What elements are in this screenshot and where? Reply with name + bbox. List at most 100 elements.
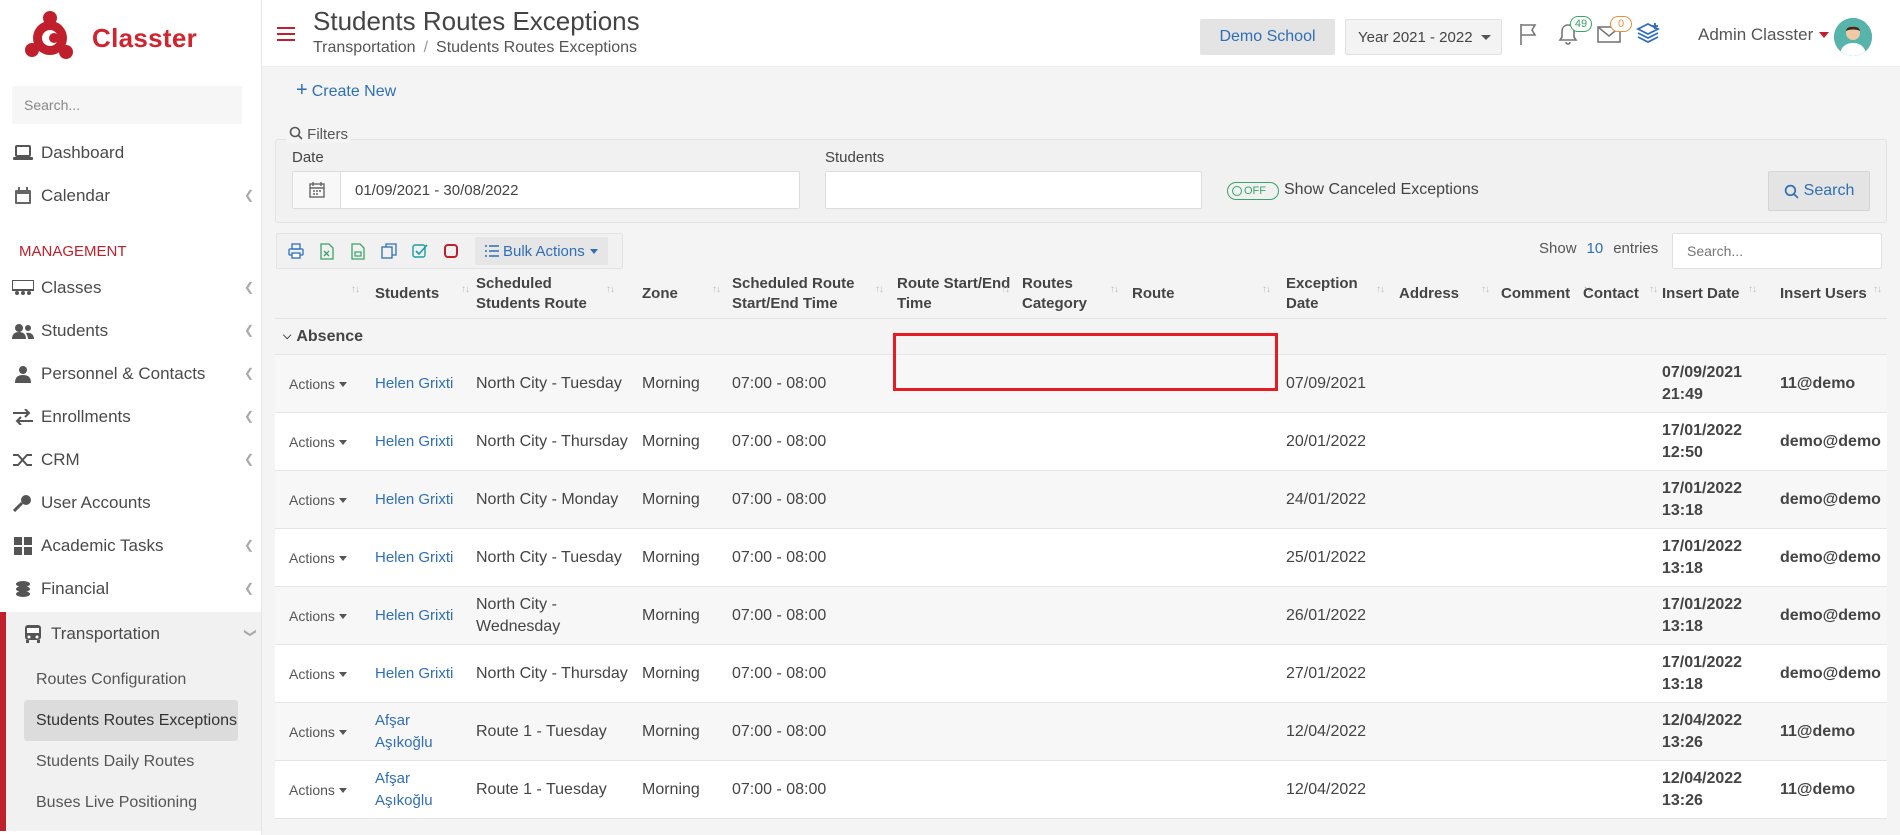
students-field[interactable]	[825, 171, 1202, 209]
create-new-button[interactable]: + Create New	[296, 79, 396, 102]
chevron-left-icon: ❮	[243, 409, 254, 423]
sidebar-item-calendar[interactable]: Calendar ❮	[0, 174, 261, 217]
layers-plus-icon[interactable]	[1635, 22, 1661, 48]
table-row: Actions Afşar Aşıkoğlu Route 1 - Tuesday Mo…	[275, 761, 1887, 819]
sidebar-item-enrollments[interactable]: Enrollments ❮	[0, 395, 261, 438]
row-actions-button[interactable]: Actions	[289, 645, 369, 703]
cell-insert-date: 07/09/2021 21:49	[1662, 364, 1743, 403]
cell-sched-route: North City - Thursday	[476, 665, 628, 682]
row-actions-button[interactable]: Actions	[289, 587, 369, 645]
actions-label: Actions	[289, 434, 335, 450]
excel-icon[interactable]	[316, 240, 338, 262]
column-header[interactable]: Scheduled Students Route ↑↓	[476, 269, 620, 319]
cell-exception-date: 12/04/2022	[1286, 781, 1367, 798]
sidebar-item-crm[interactable]: CRM ❮	[0, 438, 261, 481]
sidebar-item-transportation[interactable]: Transportation ❮	[0, 612, 261, 655]
column-header[interactable]: Students ↑↓	[375, 269, 475, 319]
sidebar-item-students-routes-exceptions[interactable]: Students Routes Exceptions	[24, 700, 238, 741]
column-header[interactable]: Insert Date ↑↓	[1662, 269, 1762, 319]
entries-selector: Show 10 entries	[1539, 240, 1659, 257]
cell-student[interactable]: Afşar Aşıkoğlu	[375, 703, 465, 761]
column-header[interactable]: Insert Users ↑↓	[1780, 269, 1887, 319]
calendar-icon[interactable]	[293, 172, 341, 208]
avatar[interactable]	[1834, 18, 1872, 56]
coins-icon	[12, 578, 34, 600]
row-actions-button[interactable]: Actions	[289, 761, 369, 819]
cell-student[interactable]: Helen Grixti	[375, 587, 465, 645]
table-row: Actions Helen Grixti North City - Thursday…	[275, 645, 1887, 703]
cell-insert-date: 17/01/2022 13:18	[1662, 480, 1743, 519]
breadcrumb: Transportation / Students Routes Exception…	[313, 39, 638, 56]
csv-icon[interactable]	[347, 240, 369, 262]
print-icon[interactable]	[285, 240, 307, 262]
column-header[interactable]: ↑↓	[275, 269, 365, 319]
sidebar-item-user-accounts[interactable]: User Accounts	[0, 481, 261, 524]
chevron-left-icon: ❮	[243, 538, 254, 552]
sidebar-search-input[interactable]	[12, 86, 242, 124]
deselect-icon[interactable]	[440, 240, 462, 262]
cell-student[interactable]: Helen Grixti	[375, 529, 465, 587]
row-actions-button[interactable]: Actions	[289, 355, 369, 413]
caret-down-icon	[338, 381, 347, 387]
cell-student[interactable]: Helen Grixti	[375, 645, 465, 703]
bell-icon[interactable]: 49	[1556, 16, 1592, 48]
cell-zone: Morning	[642, 491, 700, 508]
show-canceled-toggle[interactable]: OFF	[1227, 182, 1279, 200]
row-actions-button[interactable]: Actions	[289, 529, 369, 587]
copy-icon[interactable]	[378, 240, 400, 262]
sidebar-item-classes[interactable]: Classes ❮	[0, 266, 261, 309]
notifications-badge: 49	[1570, 16, 1592, 32]
school-selector[interactable]: Demo School	[1200, 19, 1335, 55]
table-search-input[interactable]	[1672, 233, 1882, 269]
key-icon	[12, 492, 34, 514]
breadcrumb-item[interactable]: Transportation	[313, 39, 416, 56]
sidebar-item-label: Academic Tasks	[41, 535, 164, 555]
column-header[interactable]: Scheduled Route Start/End Time ↑↓	[732, 269, 889, 319]
menu-toggle-icon[interactable]	[277, 27, 295, 41]
sidebar-item-students[interactable]: Students ❮	[0, 309, 261, 352]
entries-count[interactable]: 10	[1587, 240, 1604, 257]
cell-sched-route: North City - Monday	[476, 491, 619, 508]
column-header[interactable]: Exception Date ↑↓	[1286, 269, 1390, 319]
bulk-actions-button[interactable]: Bulk Actions	[475, 237, 608, 265]
cell-student[interactable]: Helen Grixti	[375, 471, 465, 529]
cell-sched-route: Route 1 - Tuesday	[476, 723, 607, 740]
date-range-field[interactable]: 01/09/2021 - 30/08/2022	[292, 171, 800, 209]
row-actions-button[interactable]: Actions	[289, 703, 369, 761]
group-row-absence[interactable]: ⌵ Absence	[275, 319, 1887, 355]
row-actions-button[interactable]: Actions	[289, 413, 369, 471]
search-button[interactable]: Search	[1768, 171, 1870, 211]
cell-insert-date: 17/01/2022 13:18	[1662, 596, 1743, 635]
row-actions-button[interactable]: Actions	[289, 471, 369, 529]
sidebar-item-buses-live-positioning[interactable]: Buses Live Positioning	[24, 782, 238, 823]
flag-icon[interactable]	[1517, 22, 1543, 48]
envelope-icon[interactable]: 0	[1596, 16, 1632, 48]
cell-student[interactable]: Helen Grixti	[375, 413, 465, 471]
cell-sched-route: Route 1 - Tuesday	[476, 781, 607, 798]
sidebar-item-dashboard[interactable]: Dashboard	[0, 131, 261, 174]
user-menu[interactable]: Admin Classter	[1698, 25, 1830, 45]
column-header[interactable]: Routes Category ↑↓	[1022, 269, 1124, 319]
column-header[interactable]: Address ↑↓	[1399, 269, 1495, 319]
logo[interactable]: Classter	[22, 10, 197, 66]
sidebar-item-academic-tasks[interactable]: Academic Tasks ❮	[0, 524, 261, 567]
cell-insert-user: demo@demo	[1780, 433, 1881, 450]
table-row: Actions Afşar Aşıkoğlu Route 1 - Tuesday Mo…	[275, 703, 1887, 761]
select-all-icon[interactable]	[409, 240, 431, 262]
column-header[interactable]: Route ↑↓	[1132, 269, 1276, 319]
sidebar-item-financial[interactable]: Financial ❮	[0, 567, 261, 610]
sort-icon: ↑↓	[1873, 284, 1882, 295]
sidebar-item-personnel[interactable]: Personnel & Contacts ❮	[0, 352, 261, 395]
cell-student[interactable]: Afşar Aşıkoğlu	[375, 761, 465, 819]
sidebar-item-students-daily-routes[interactable]: Students Daily Routes	[24, 741, 238, 782]
classes-icon	[12, 277, 34, 299]
classter-logo-icon	[22, 10, 78, 66]
cell-student[interactable]: Helen Grixti	[375, 355, 465, 413]
sort-icon: ↑↓	[1748, 284, 1757, 295]
column-header[interactable]: Contact ↑↓	[1583, 269, 1663, 319]
column-header[interactable]: Zone ↑↓	[642, 269, 726, 319]
sidebar-item-label: CRM	[41, 449, 80, 469]
sidebar-item-routes-configuration[interactable]: Routes Configuration	[24, 659, 238, 700]
column-header[interactable]: Route Start/End Time ↑↓	[897, 269, 1015, 319]
year-selector[interactable]: Year 2021 - 2022	[1345, 19, 1502, 55]
